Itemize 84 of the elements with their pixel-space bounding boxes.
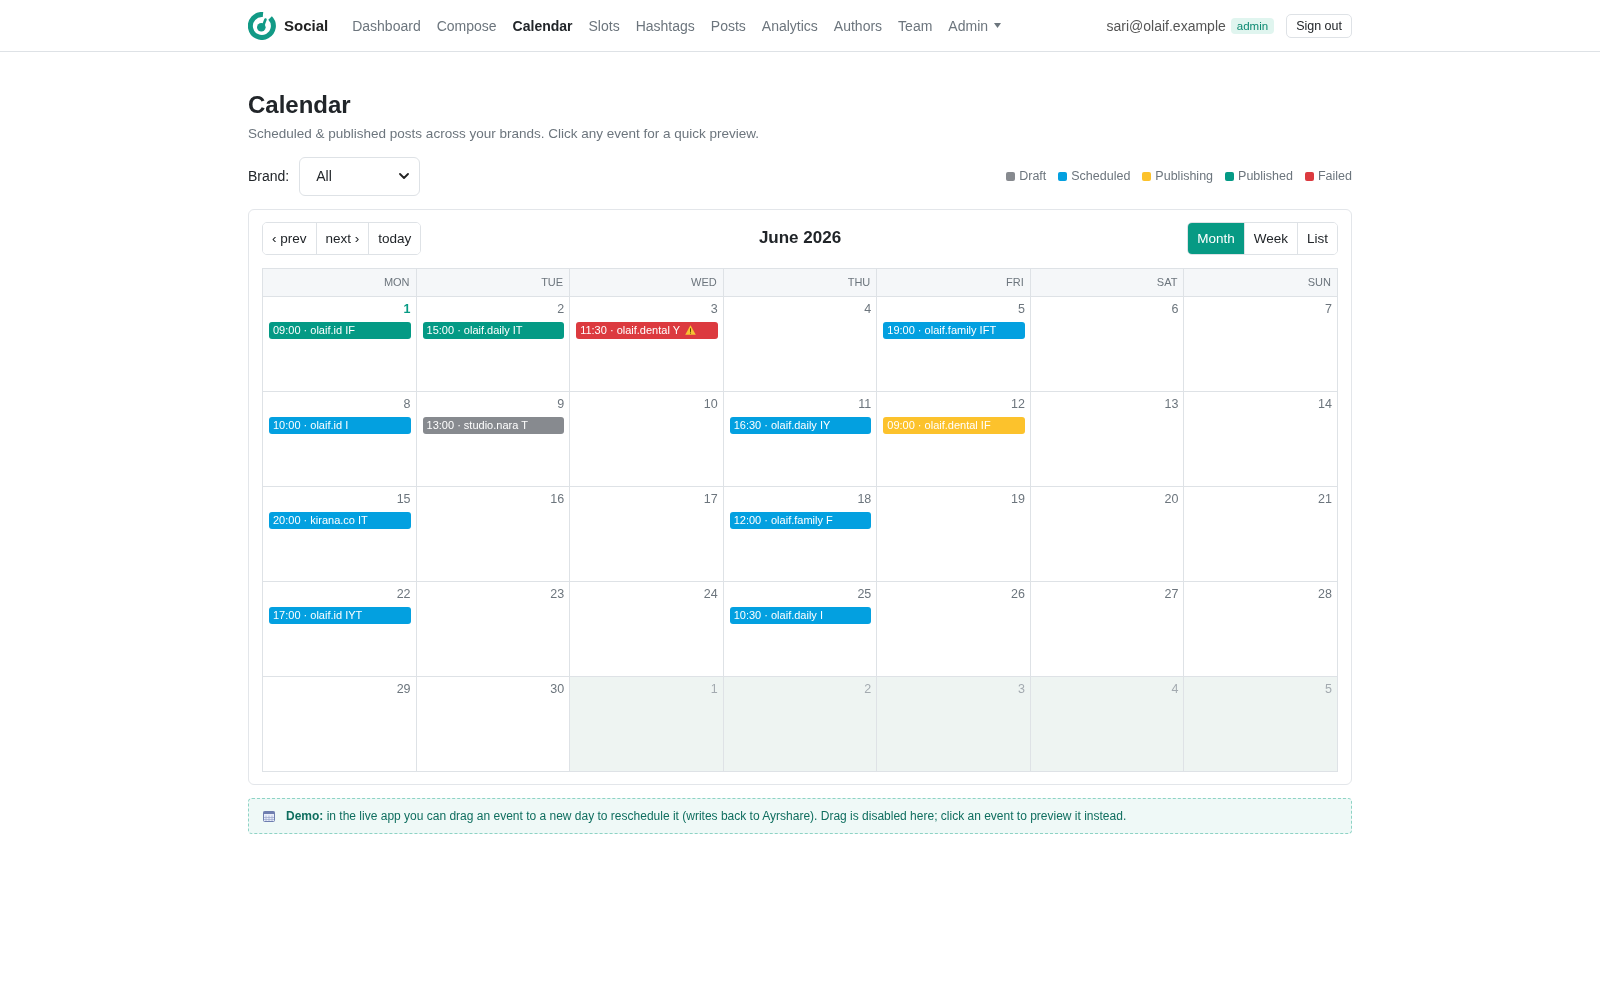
day-number: 15 <box>396 490 411 507</box>
day-number: 14 <box>1318 395 1332 412</box>
event-chip[interactable]: 13:00 · studio.nara T <box>422 416 565 434</box>
weekday-header: MON <box>263 268 417 296</box>
nav-link[interactable]: Authors <box>833 17 883 34</box>
legend-label: Publishing <box>1155 169 1214 184</box>
nav-link[interactable]: Analytics <box>761 17 818 34</box>
nav-link[interactable]: Compose <box>436 17 497 34</box>
event-chip[interactable]: 19:00 · olaif.family IFT <box>883 321 1025 339</box>
day-number: 5 <box>1325 680 1332 697</box>
day-number: 1 <box>710 680 718 697</box>
day-number: 6 <box>1171 300 1179 317</box>
day-number: 8 <box>403 395 411 412</box>
brand-label: Brand: <box>248 168 290 185</box>
day-number: 24 <box>703 585 718 602</box>
nav-link[interactable]: Dashboard <box>352 17 421 34</box>
nav-link[interactable]: Calendar <box>512 17 573 34</box>
view-button[interactable]: Month <box>1188 222 1244 254</box>
day-number: 1 <box>403 300 411 317</box>
event-chip[interactable]: 20:00 · kirana.co IT <box>269 511 411 529</box>
day-number: 3 <box>1017 680 1025 697</box>
event-chip[interactable]: 15:00 · olaif.daily IT <box>422 321 565 339</box>
sign-out-button[interactable]: Sign out <box>1286 13 1352 38</box>
chevron-down-icon <box>399 173 410 180</box>
notice-text: Demo: in the live app you can drag an event to a new day to reschedule it (writes back to Ayrshare). Drag is disabled here; click an event to preview it instead. <box>286 808 1127 823</box>
calendar-icon <box>263 809 275 822</box>
day-number: 11 <box>858 395 872 412</box>
day-number: 20 <box>1164 490 1179 507</box>
day-number: 30 <box>550 680 565 697</box>
day-number: 4 <box>1171 680 1179 697</box>
legend-label: Failed <box>1317 169 1352 184</box>
day-number: 3 <box>710 300 718 317</box>
user-email: sari@olaif.example <box>1106 17 1226 34</box>
day-number: 13 <box>1164 395 1179 412</box>
page-subtitle: Scheduled & published posts across your brands. Click any event for a quick preview. <box>248 125 761 141</box>
nav-link[interactable]: Admin <box>948 17 1002 34</box>
day-number: 9 <box>557 395 565 412</box>
event-chip[interactable]: 16:30 · olaif.daily IY <box>729 416 872 434</box>
nav-link[interactable]: Hashtags <box>635 17 695 34</box>
day-number: 23 <box>550 585 565 602</box>
weekday-header: WED <box>570 268 724 296</box>
day-number: 26 <box>1010 585 1025 602</box>
day-number: 2 <box>557 300 565 317</box>
nav-link[interactable]: Slots <box>588 17 620 34</box>
day-number: 16 <box>550 490 565 507</box>
nav-link[interactable]: Team <box>898 17 933 34</box>
weekday-header: TUE <box>416 268 571 296</box>
day-number: 25 <box>857 585 872 602</box>
day-number: 27 <box>1164 585 1179 602</box>
event-chip[interactable]: 11:30 · olaif.dental Y <box>576 321 718 339</box>
day-number: 22 <box>396 585 411 602</box>
day-number: 2 <box>864 680 872 697</box>
brand-name: Social <box>284 17 329 34</box>
weekday-header: FRI <box>877 268 1031 296</box>
weekday-header: THU <box>723 268 878 296</box>
day-number: 7 <box>1325 300 1332 317</box>
month-title: June 2026 <box>758 228 842 249</box>
logo-icon <box>248 11 276 40</box>
page-title: Calendar <box>248 91 352 120</box>
weekday-header: SAT <box>1030 268 1185 296</box>
calendar-nav-button[interactable]: today <box>368 222 421 254</box>
event-chip[interactable]: 17:00 · olaif.id IYT <box>269 606 411 624</box>
legend-label: Scheduled <box>1071 169 1131 184</box>
day-number: 28 <box>1318 585 1332 602</box>
event-chip[interactable]: 10:00 · olaif.id I <box>269 416 411 434</box>
day-number: 12 <box>1010 395 1025 412</box>
role-badge: admin <box>1230 17 1275 34</box>
event-chip[interactable]: 09:00 · olaif.id IF <box>269 321 411 339</box>
weekday-header: SUN <box>1184 268 1338 296</box>
day-number: 5 <box>1017 300 1025 317</box>
legend-label: Draft <box>1019 169 1047 184</box>
legend-label: Published <box>1238 169 1293 184</box>
day-number: 21 <box>1318 490 1332 507</box>
day-number: 10 <box>703 395 718 412</box>
day-number: 17 <box>703 490 718 507</box>
day-number: 4 <box>864 300 872 317</box>
event-chip[interactable]: 10:30 · olaif.daily I <box>729 606 872 624</box>
event-chip[interactable]: 12:00 · olaif.family F <box>729 511 872 529</box>
brand-select[interactable]: All <box>299 156 421 196</box>
view-button[interactable]: List <box>1297 222 1337 254</box>
day-number: 29 <box>396 680 411 697</box>
day-number: 19 <box>1010 490 1025 507</box>
nav-link[interactable]: Posts <box>710 17 746 34</box>
day-number: 18 <box>857 490 872 507</box>
